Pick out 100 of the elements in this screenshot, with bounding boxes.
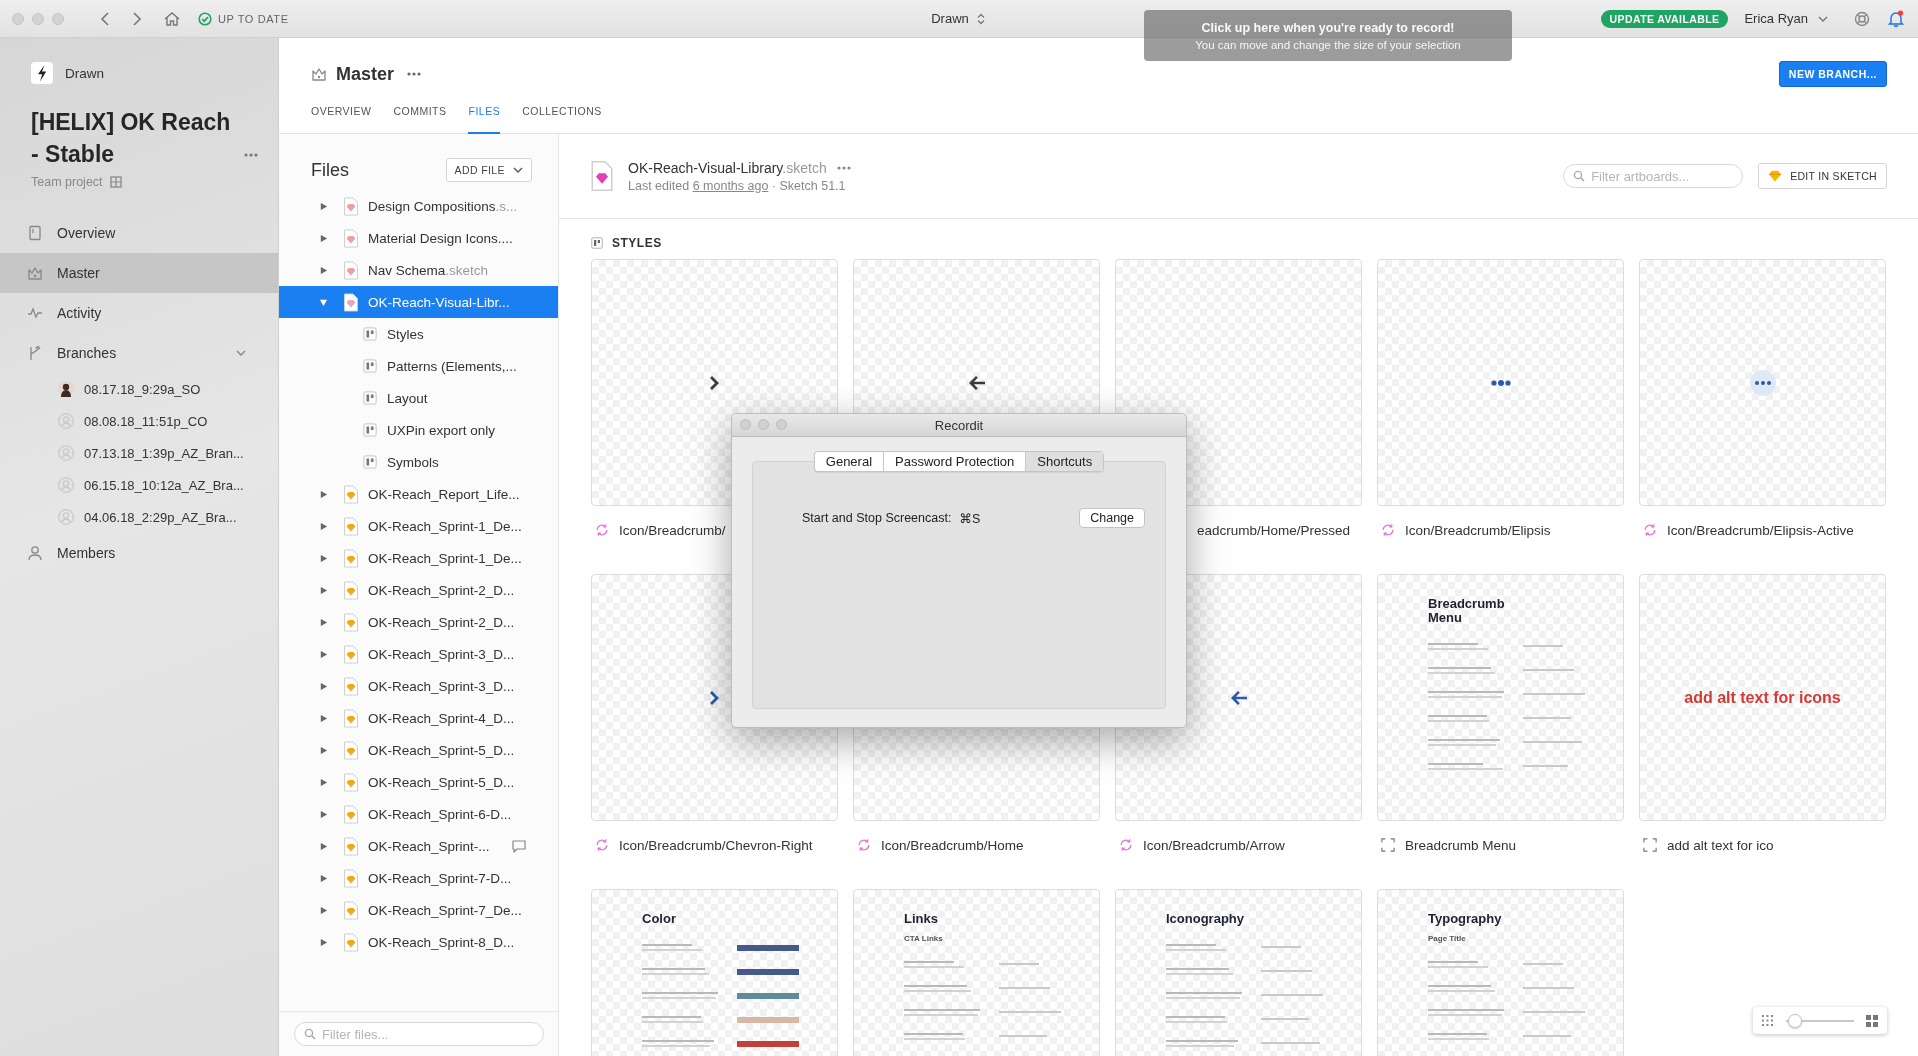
arrow-left-icon	[1230, 690, 1247, 705]
file-item[interactable]: OK-Reach_Sprint-4_D...	[279, 702, 558, 734]
file-item[interactable]: OK-Reach_Sprint-1_De...	[279, 542, 558, 574]
edit-in-sketch-button[interactable]: EDIT IN SKETCH	[1758, 163, 1887, 189]
tab[interactable]: COMMITS	[393, 99, 447, 134]
branch-item[interactable]: 07.13.18_1:39p_AZ_Bran...	[0, 437, 278, 469]
page-item[interactable]: Styles	[279, 318, 558, 350]
file-icon	[343, 804, 359, 824]
file-item[interactable]: OK-Reach_Sprint-8_D...	[279, 926, 558, 958]
file-item[interactable]: OK-Reach_Sprint-1_De...	[279, 510, 558, 542]
disclosure-triangle-icon[interactable]	[319, 649, 328, 659]
artboard-card[interactable]: Links CTA Links	[853, 889, 1100, 1056]
disclosure-triangle-icon[interactable]	[319, 521, 328, 531]
file-item[interactable]: OK-Reach_Sprint-...	[279, 830, 558, 862]
disclosure-triangle-icon[interactable]	[319, 777, 328, 787]
page-item[interactable]: Symbols	[279, 446, 558, 478]
file-name: Design Compositions.s...	[368, 198, 518, 214]
disclosure-triangle-icon[interactable]	[319, 297, 328, 307]
forward-icon[interactable]	[132, 11, 142, 26]
file-icon	[343, 708, 359, 728]
chevron-down-icon	[1818, 15, 1828, 22]
branch-item[interactable]: 04.06.18_2:29p_AZ_Bra...	[0, 501, 278, 533]
comment-icon[interactable]	[512, 839, 526, 853]
file-item[interactable]: OK-Reach_Report_Life...	[279, 478, 558, 510]
timestamp-link[interactable]: 6 months ago	[692, 178, 769, 193]
chevron-updown-icon[interactable]	[976, 12, 985, 25]
more-icon[interactable]	[407, 72, 422, 76]
artboard-card[interactable]: add alt text for icons	[1639, 574, 1886, 821]
file-item[interactable]: OK-Reach_Sprint-7-D...	[279, 862, 558, 894]
more-icon	[1490, 379, 1511, 386]
crown-icon	[27, 265, 43, 281]
file-name: OK-Reach_Sprint-1_De...	[368, 550, 522, 566]
nav-item[interactable]: Overview	[0, 213, 278, 253]
disclosure-triangle-icon[interactable]	[319, 809, 328, 819]
change-button[interactable]: Change	[1079, 508, 1145, 528]
disclosure-triangle-icon[interactable]	[319, 265, 328, 275]
more-icon[interactable]	[244, 153, 258, 157]
file-item[interactable]: OK-Reach_Sprint-3_D...	[279, 670, 558, 702]
file-item[interactable]: OK-Reach_Sprint-5_D...	[279, 734, 558, 766]
file-item[interactable]: OK-Reach_Sprint-2_D...	[279, 574, 558, 606]
file-icon	[343, 260, 359, 280]
notification-bell-icon[interactable]	[1888, 10, 1904, 27]
disclosure-triangle-icon[interactable]	[319, 713, 328, 723]
file-item[interactable]: OK-Reach_Sprint-6-D...	[279, 798, 558, 830]
file-item[interactable]: Design Compositions.s...	[279, 190, 558, 222]
app-title[interactable]: Drawn	[931, 11, 969, 26]
disclosure-triangle-icon[interactable]	[319, 233, 328, 243]
file-name: OK-Reach_Sprint-4_D...	[368, 710, 515, 726]
file-item[interactable]: OK-Reach_Sprint-2_D...	[279, 606, 558, 638]
file-item[interactable]: Material Design Icons....	[279, 222, 558, 254]
nav-item[interactable]: Branches	[0, 333, 278, 373]
file-item[interactable]: OK-Reach_Sprint-3_D...	[279, 638, 558, 670]
disclosure-triangle-icon[interactable]	[319, 905, 328, 915]
search-field[interactable]: Filter artboards...	[1563, 164, 1744, 188]
app-name: Drawn	[65, 65, 104, 81]
artboard-card[interactable]: Typography Page Title	[1377, 889, 1624, 1056]
new-branch-button[interactable]: NEW BRANCH...	[1778, 61, 1887, 87]
tab[interactable]: OVERVIEW	[311, 99, 372, 134]
branch-item[interactable]: 08.08.18_11:51p_CO	[0, 405, 278, 437]
disclosure-triangle-icon[interactable]	[319, 937, 328, 947]
disclosure-triangle-icon[interactable]	[319, 873, 328, 883]
branch-item[interactable]: 06.15.18_10:12a_AZ_Bra...	[0, 469, 278, 501]
slider-handle[interactable]	[1788, 1013, 1803, 1028]
large-grid-icon[interactable]	[1866, 1014, 1878, 1027]
app-logo-icon	[31, 62, 53, 84]
nav-item[interactable]: Members	[0, 533, 278, 573]
small-grid-icon[interactable]	[1762, 1015, 1773, 1026]
disclosure-triangle-icon[interactable]	[319, 745, 328, 755]
nav-item[interactable]: Master	[0, 253, 278, 293]
more-icon[interactable]	[836, 165, 851, 170]
tab[interactable]: COLLECTIONS	[522, 99, 602, 134]
file-item[interactable]: OK-Reach_Sprint-5_D...	[279, 766, 558, 798]
page-icon	[363, 391, 377, 405]
disclosure-triangle-icon[interactable]	[319, 553, 328, 563]
search-field[interactable]: Filter files...	[294, 1022, 544, 1046]
help-icon[interactable]	[1854, 10, 1870, 27]
disclosure-triangle-icon[interactable]	[319, 489, 328, 499]
file-icon	[343, 900, 359, 920]
disclosure-triangle-icon[interactable]	[319, 681, 328, 691]
artboard-card[interactable]: Iconography	[1115, 889, 1362, 1056]
page-item[interactable]: Layout	[279, 382, 558, 414]
add-file-button[interactable]: ADD FILE	[445, 158, 532, 182]
disclosure-triangle-icon[interactable]	[319, 201, 328, 211]
user-name[interactable]: Erica Ryan	[1744, 11, 1808, 26]
artboard-card[interactable]: Breadcrumb Menu	[1377, 574, 1624, 821]
artboard-name: Icon/Breadcrumb/Elipsis-Active	[1667, 522, 1854, 538]
branch-item[interactable]: 08.17.18_9:29a_SO	[0, 373, 278, 405]
file-item[interactable]: OK-Reach_Sprint-7_De...	[279, 894, 558, 926]
disclosure-triangle-icon[interactable]	[319, 617, 328, 627]
disclosure-triangle-icon[interactable]	[319, 841, 328, 851]
segment-tab[interactable]: Shortcuts	[1026, 452, 1104, 471]
file-item[interactable]: OK-Reach-Visual-Libr...	[279, 286, 558, 318]
file-item[interactable]: Nav Schema.sketch	[279, 254, 558, 286]
page-item[interactable]: UXPin export only	[279, 414, 558, 446]
nav-item[interactable]: Activity	[0, 293, 278, 333]
back-icon[interactable]	[100, 11, 110, 26]
page-item[interactable]: Patterns (Elements,...	[279, 350, 558, 382]
disclosure-triangle-icon[interactable]	[319, 585, 328, 595]
home-icon[interactable]	[164, 11, 180, 26]
artboard-card[interactable]: Color	[591, 889, 838, 1056]
